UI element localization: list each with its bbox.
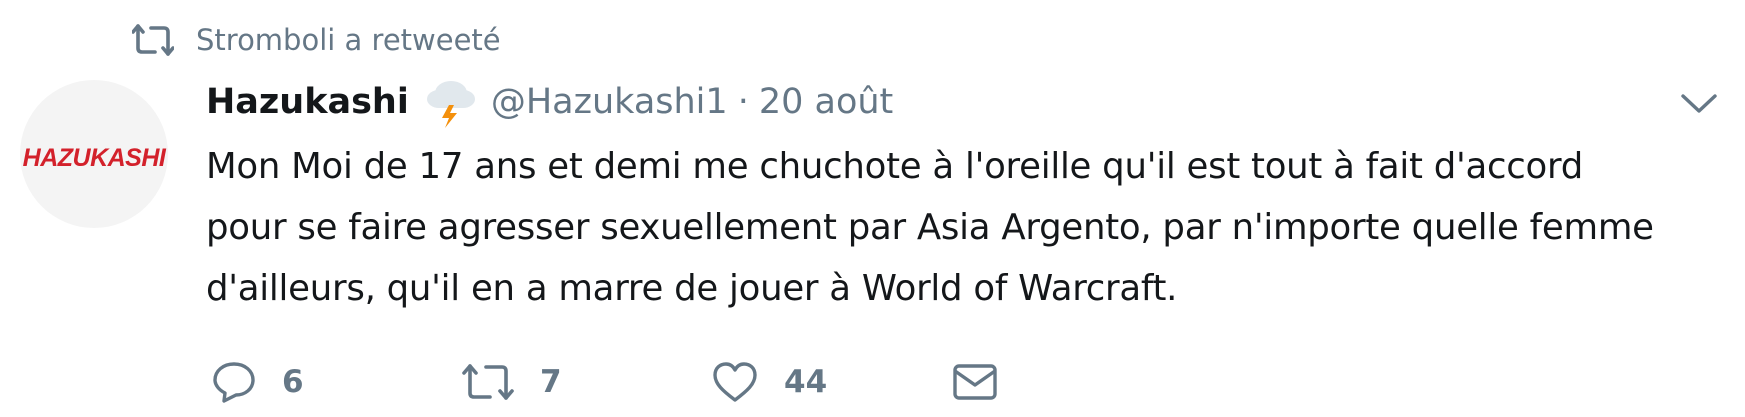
retweet-icon (131, 24, 175, 56)
like-button[interactable]: 44 (712, 361, 952, 403)
like-count: 44 (784, 364, 828, 400)
reply-icon (212, 361, 256, 403)
reply-button[interactable]: 6 (212, 361, 462, 403)
retweet-context-label: Stromboli a retweeté (196, 23, 501, 57)
tweet-text: Mon Moi de 17 ans et demi me chuchote à … (206, 146, 1654, 309)
author-handle[interactable]: @Hazukashi1 (491, 82, 728, 122)
author-display-name[interactable]: Hazukashi (206, 82, 409, 122)
tweet-actions: 6 7 44 (212, 356, 998, 408)
header-separator: · (737, 82, 749, 122)
avatar-logo-text: HAZUKASHI (23, 144, 167, 172)
cloud-lightning-emoji (421, 75, 479, 129)
tweet-timestamp[interactable]: 20 août (759, 82, 893, 122)
avatar[interactable]: HAZUKASHI (20, 80, 168, 228)
direct-message-button[interactable] (952, 363, 998, 401)
tweet: Stromboli a retweeté HAZUKASHI Hazukashi… (0, 0, 1745, 417)
reply-count: 6 (282, 364, 304, 400)
retweet-context[interactable]: Stromboli a retweeté (131, 18, 501, 62)
retweet-icon (462, 362, 514, 402)
retweet-count: 7 (540, 364, 562, 400)
envelope-icon (952, 363, 998, 401)
retweet-button[interactable]: 7 (462, 362, 712, 402)
heart-icon (712, 361, 758, 403)
tweet-header: Hazukashi @Hazukashi1 · 20 août (206, 72, 893, 132)
chevron-down-icon[interactable] (1680, 92, 1718, 116)
